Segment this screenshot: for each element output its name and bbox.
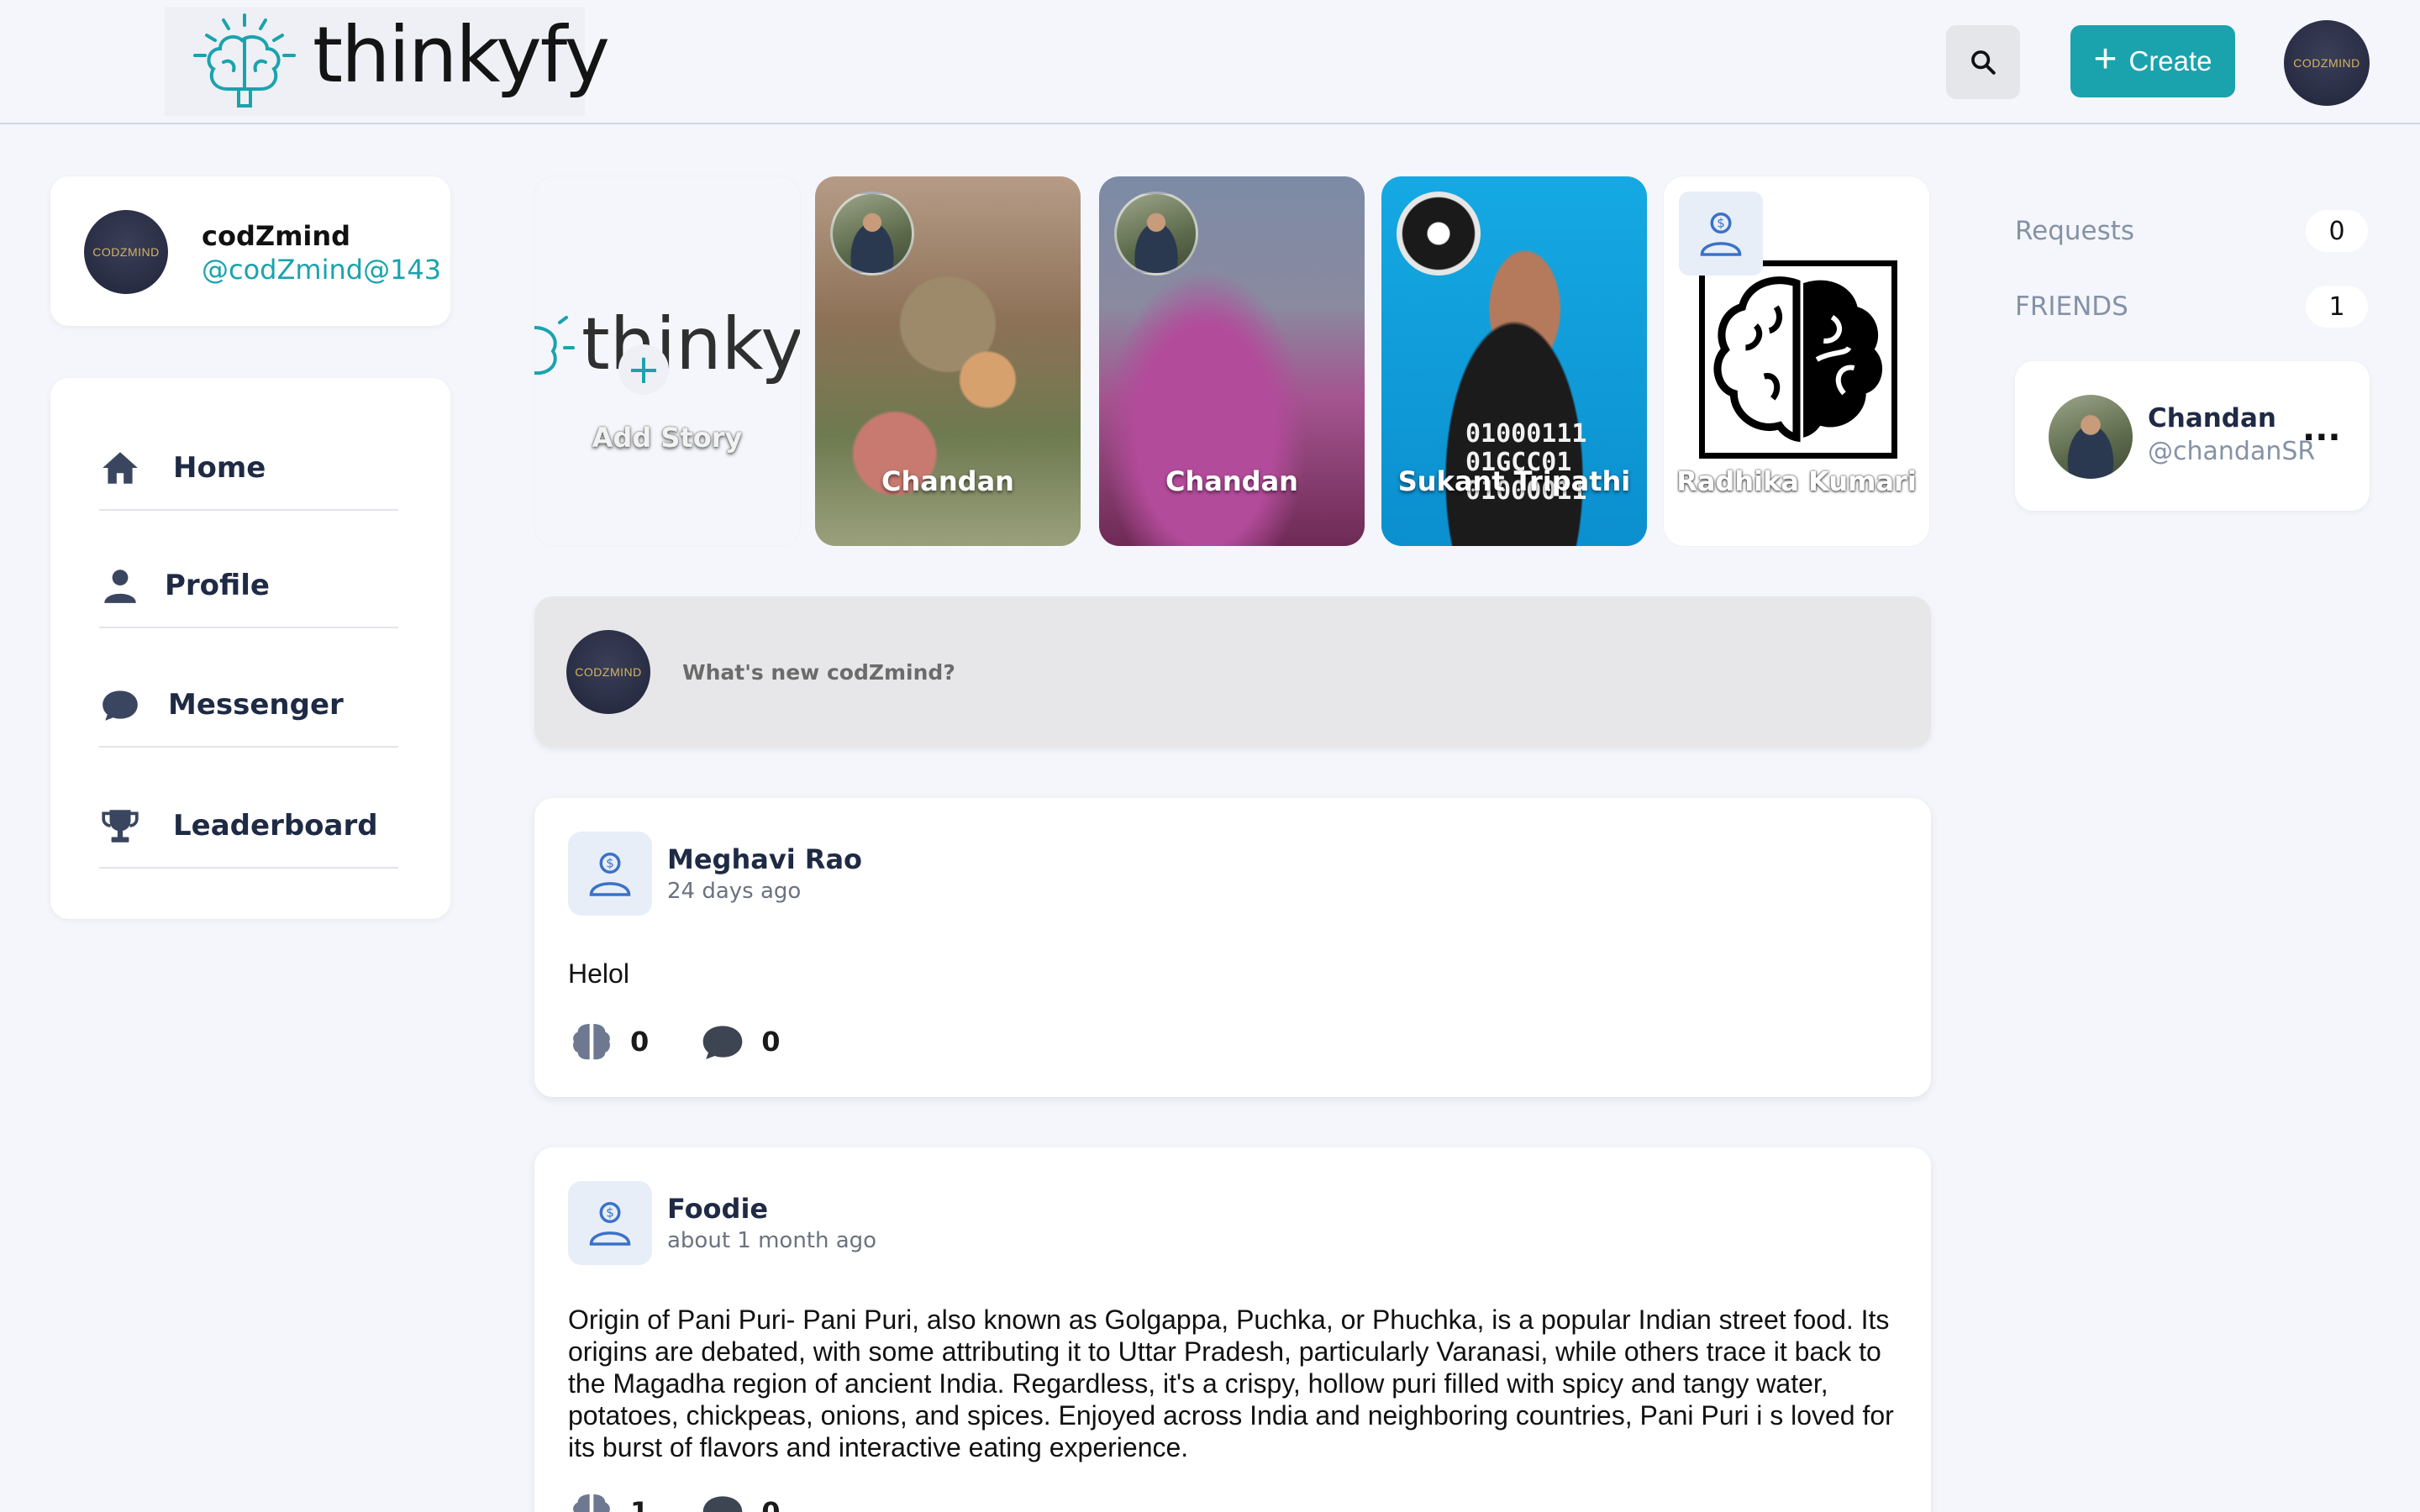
home-icon (103, 452, 138, 484)
trophy-icon (102, 810, 139, 843)
like-button[interactable]: 1 (568, 1488, 649, 1512)
profile-name: codZmind (202, 220, 351, 252)
story-author: Chandan (1165, 465, 1298, 497)
like-count: 0 (630, 1026, 650, 1058)
profile-handle: @codZmind@143 (202, 254, 442, 286)
post-actions: 1 0 (568, 1488, 831, 1512)
chat-icon (103, 690, 138, 721)
story-avatar (1397, 192, 1481, 276)
profile-avatar: CODZMIND (84, 210, 168, 294)
avatar-text: CODZMIND (575, 665, 642, 679)
friends-row[interactable]: FRIENDS 1 (2015, 286, 2368, 328)
friend-avatar (2049, 395, 2133, 479)
post-time: 24 days ago (667, 879, 802, 904)
plus-icon: + (618, 344, 669, 395)
profile-card[interactable]: CODZMIND codZmind @codZmind@143 (50, 176, 450, 326)
post-author[interactable]: Foodie (667, 1193, 768, 1225)
more-options-icon[interactable]: ... (2302, 410, 2341, 449)
sidebar-item-profile[interactable]: Profile (99, 544, 398, 628)
default-user-icon: $ (1700, 212, 1742, 256)
composer-input[interactable] (682, 647, 1859, 697)
friends-count: 1 (2306, 286, 2368, 328)
brain-like-icon (573, 1494, 610, 1512)
sidebar-item-leaderboard[interactable]: Leaderboard (99, 785, 398, 869)
post-time: about 1 month ago (667, 1228, 877, 1253)
shirt-line: 01000111 (1465, 419, 1587, 449)
svg-text:$: $ (1717, 216, 1725, 231)
add-story-card[interactable]: thinky + Add Story (534, 176, 800, 546)
brain-like-icon (573, 1024, 610, 1060)
comment-count: 0 (761, 1496, 781, 1512)
sidebar-item-label: Leaderboard (173, 809, 378, 843)
sidebar-item-label: Home (173, 451, 266, 485)
story-card[interactable]: Chandan (815, 176, 1081, 546)
composer-avatar: CODZMIND (566, 630, 650, 714)
avatar-text: CODZMIND (92, 245, 160, 259)
story-card[interactable]: 01000111 01GCC01 01000011 Sukant Tripath… (1381, 176, 1647, 546)
sidebar-item-home[interactable]: Home (99, 427, 398, 511)
story-author: Radhika Kumari (1676, 465, 1917, 497)
post-actions: 0 0 (568, 1018, 831, 1065)
requests-count: 0 (2306, 210, 2368, 252)
post-body: Helol (568, 958, 629, 989)
default-user-icon: $ (589, 1201, 631, 1246)
comment-icon (702, 1496, 743, 1512)
post-avatar[interactable]: $ (568, 832, 652, 916)
like-button[interactable]: 0 (568, 1018, 649, 1065)
svg-text:$: $ (606, 856, 614, 871)
brain-image (1699, 260, 1897, 459)
search-icon (1971, 50, 1996, 75)
friend-handle: @chandanSR (2148, 437, 2316, 466)
logo[interactable]: thinkyfy (165, 7, 610, 116)
post-card: $ Foodie about 1 month ago Origin of Pan… (534, 1147, 1931, 1512)
add-story-label: Add Story (592, 422, 743, 454)
requests-label: Requests (2015, 216, 2135, 246)
story-avatar (830, 192, 914, 276)
comment-button[interactable]: 0 (699, 1018, 781, 1065)
default-user-icon: $ (589, 852, 631, 896)
header-avatar[interactable]: CODZMIND (2284, 20, 2370, 106)
brain-icon (1713, 276, 1883, 443)
create-label: Create (2128, 45, 2212, 76)
sidebar-nav: Home Profile Messenger Leaderboard (50, 378, 450, 919)
sidebar-item-messenger[interactable]: Messenger (99, 664, 398, 748)
sidebar-item-label: Messenger (168, 688, 344, 722)
story-author: Chandan (881, 465, 1014, 497)
friends-label: FRIENDS (2015, 291, 2128, 322)
story-avatar (1114, 192, 1198, 276)
story-author: Sukant Tripathi (1397, 465, 1631, 497)
brain-logo-icon (193, 13, 296, 108)
logo-text: thinkyfy (313, 10, 610, 100)
comment-button[interactable]: 0 (699, 1488, 781, 1512)
friend-name: Chandan (2148, 403, 2276, 433)
friend-card[interactable]: Chandan @chandanSR ... (2015, 361, 2370, 511)
story-card[interactable]: $ Radhika Kumari (1664, 176, 1929, 546)
user-icon (104, 570, 136, 603)
logo-text: thinky (581, 302, 800, 386)
create-button[interactable]: + Create (2070, 25, 2235, 97)
comment-count: 0 (761, 1026, 781, 1058)
post-author[interactable]: Meghavi Rao (667, 843, 862, 875)
post-body: Origin of Pani Puri- Pani Puri, also kno… (568, 1305, 1894, 1462)
avatar-text: CODZMIND (2293, 56, 2360, 70)
comment-icon (702, 1026, 743, 1059)
post-card: $ Meghavi Rao 24 days ago Helol 0 0 (534, 798, 1931, 1097)
requests-row[interactable]: Requests 0 (2015, 210, 2368, 252)
story-card[interactable]: Chandan (1099, 176, 1365, 546)
post-composer: CODZMIND (534, 596, 1931, 748)
post-avatar[interactable]: $ (568, 1181, 652, 1265)
plus-icon: + (2093, 37, 2118, 81)
top-header: thinkyfy + Create CODZMIND (0, 0, 2420, 124)
story-avatar: $ (1679, 192, 1763, 276)
svg-text:$: $ (606, 1205, 614, 1221)
like-count: 1 (630, 1496, 650, 1512)
brain-logo-icon (534, 316, 575, 375)
search-button[interactable] (1946, 25, 2020, 99)
sidebar-item-label: Profile (165, 569, 270, 602)
